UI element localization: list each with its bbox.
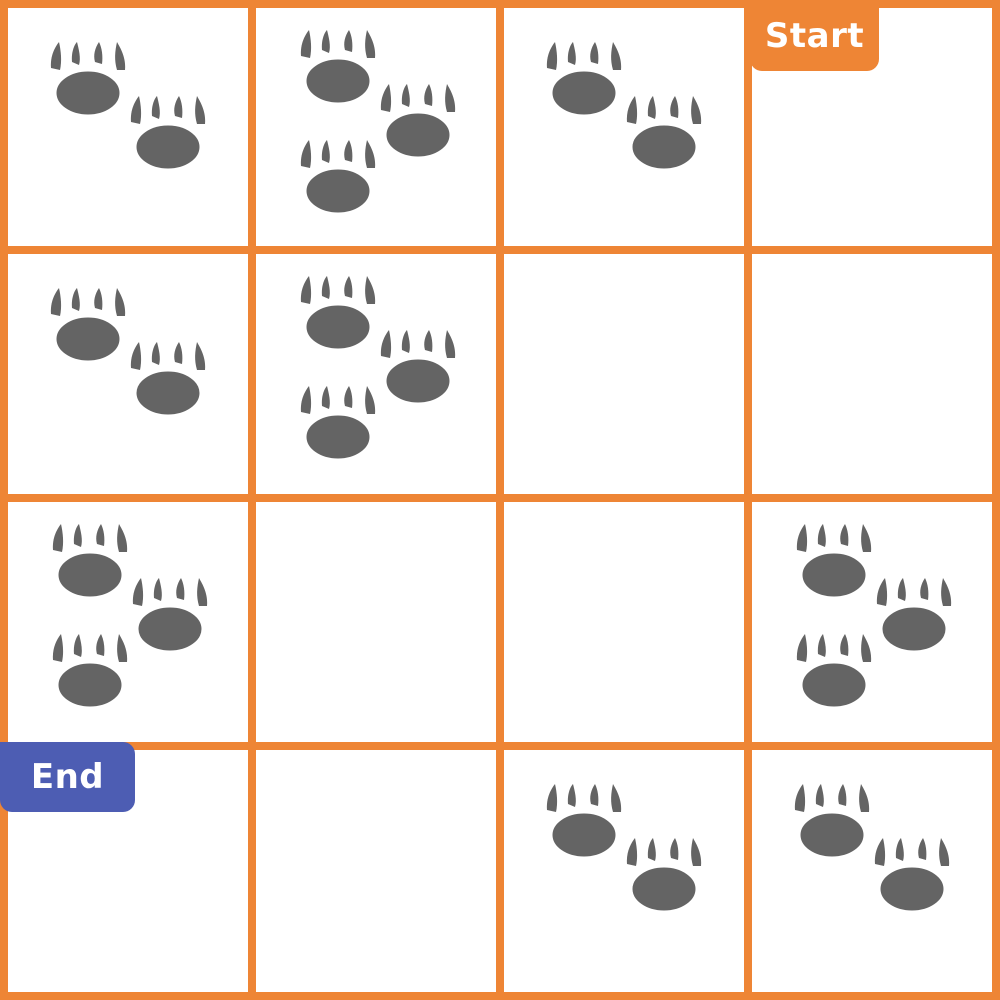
paw-print-icon — [300, 276, 376, 352]
grid-line-horizontal — [0, 742, 1000, 750]
paw-print-icon — [300, 30, 376, 106]
paw-print-icon — [796, 634, 872, 710]
end-label: End — [0, 742, 135, 812]
paw-print-icon — [50, 288, 126, 364]
board-cell[interactable] — [504, 502, 744, 742]
paw-print-icon — [546, 42, 622, 118]
paw-print-icon — [626, 96, 702, 172]
board-cell[interactable] — [504, 254, 744, 494]
grid-line-horizontal — [0, 246, 1000, 254]
paw-print-icon — [52, 634, 128, 710]
paw-print-icon — [380, 84, 456, 160]
paw-print-icon — [626, 838, 702, 914]
paw-print-icon — [546, 784, 622, 860]
paw-print-icon — [876, 578, 952, 654]
paw-print-icon — [796, 524, 872, 600]
paw-print-icon — [874, 838, 950, 914]
paw-print-icon — [300, 140, 376, 216]
grid-line-horizontal — [0, 992, 1000, 1000]
board-cell[interactable] — [752, 254, 992, 494]
board-cell[interactable] — [256, 502, 496, 742]
paw-print-icon — [52, 524, 128, 600]
start-label: Start — [750, 0, 879, 71]
grid-line-horizontal — [0, 494, 1000, 502]
game-board: Start End — [0, 0, 1000, 1000]
paw-print-icon — [794, 784, 870, 860]
paw-print-icon — [50, 42, 126, 118]
board-cell[interactable] — [256, 750, 496, 992]
paw-print-icon — [132, 578, 208, 654]
paw-print-icon — [300, 386, 376, 462]
paw-print-icon — [130, 342, 206, 418]
paw-print-icon — [380, 330, 456, 406]
paw-print-icon — [130, 96, 206, 172]
